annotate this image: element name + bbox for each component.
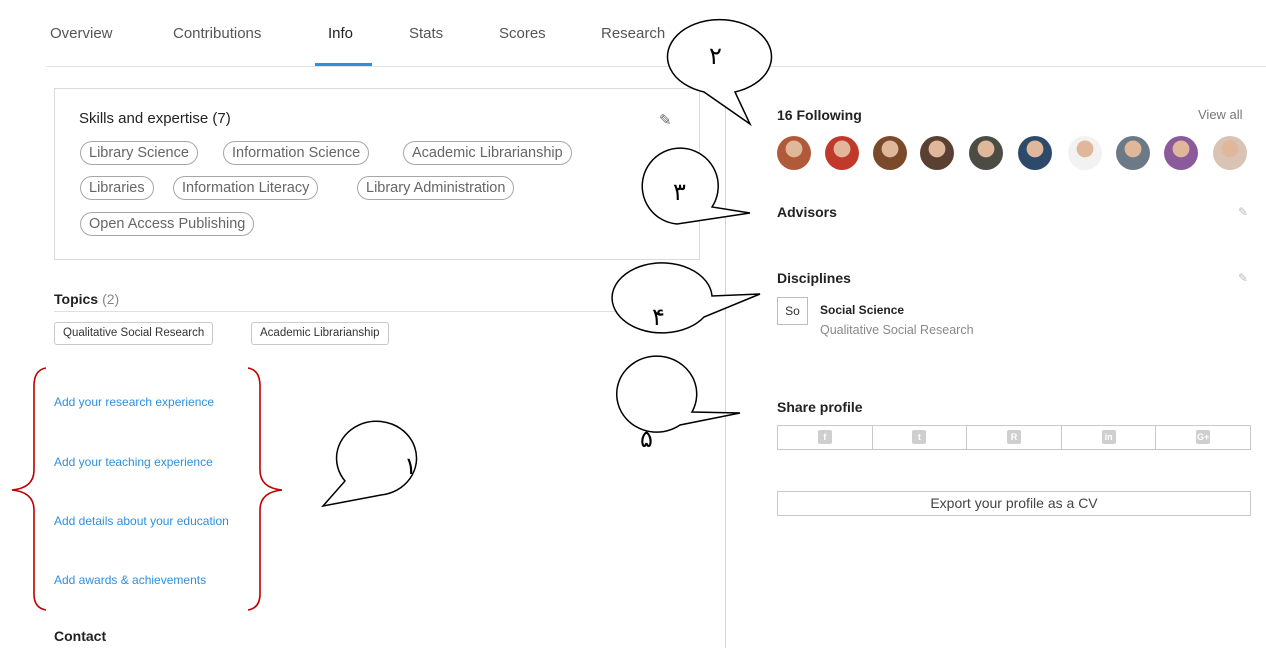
tab-contributions[interactable]: Contributions [173, 25, 261, 42]
discipline-badge: So [777, 297, 808, 325]
disciplines-title: Disciplines [777, 270, 851, 286]
callout-2-number: ٢ [709, 42, 722, 70]
profile-tabs: Overview Contributions Info Stats Scores… [0, 0, 1266, 67]
skill-pill[interactable]: Library Science [80, 141, 198, 165]
callout-4-bubble [611, 262, 761, 334]
add-teaching-experience-link[interactable]: Add your teaching experience [54, 455, 213, 469]
avatar[interactable] [777, 136, 811, 170]
add-awards-link[interactable]: Add awards & achievements [54, 573, 206, 587]
share-researchgate-button[interactable]: R [967, 426, 1062, 449]
skills-title: Skills and expertise (7) [79, 110, 231, 127]
google-plus-icon: G+ [1196, 430, 1211, 444]
researchgate-icon: R [1006, 430, 1021, 444]
callout-5-number: ۵ [640, 425, 653, 453]
skill-pill[interactable]: Open Access Publishing [80, 212, 255, 236]
tab-research[interactable]: Research [601, 25, 665, 42]
linkedin-icon: in [1101, 430, 1116, 444]
skills-card: Skills and expertise (7) ✎ Library Scien… [54, 88, 700, 260]
skill-pill[interactable]: Information Literacy [173, 176, 319, 200]
avatar[interactable] [1213, 136, 1247, 170]
facebook-icon: f [817, 430, 832, 444]
share-twitter-button[interactable]: t [873, 426, 968, 449]
contact-title: Contact [54, 628, 107, 644]
following-title: 16 Following [777, 107, 862, 123]
avatar[interactable] [920, 136, 954, 170]
avatar[interactable] [873, 136, 907, 170]
export-cv-button[interactable]: Export your profile as a CV [777, 491, 1251, 516]
skill-pill[interactable]: Libraries [80, 176, 154, 200]
add-education-link[interactable]: Add details about your education [54, 514, 229, 528]
tab-info[interactable]: Info [328, 25, 353, 42]
tab-overview[interactable]: Overview [50, 25, 113, 42]
share-profile-title: Share profile [777, 399, 863, 415]
topics-title: Topics (2) [54, 291, 119, 307]
skill-pill[interactable]: Library Administration [357, 176, 515, 200]
topic-tag[interactable]: Academic Librarianship [251, 322, 389, 345]
avatar[interactable] [969, 136, 1003, 170]
callout-4-number: ۴ [652, 303, 665, 331]
right-brace [247, 367, 283, 611]
share-google-plus-button[interactable]: G+ [1156, 426, 1250, 449]
twitter-icon: t [912, 430, 927, 444]
callout-1-bubble [320, 420, 418, 508]
view-all-link[interactable]: View all [1198, 107, 1243, 122]
share-buttons: f t R in G+ [777, 425, 1251, 450]
discipline-name: Social Science [820, 303, 905, 317]
avatar[interactable] [1116, 136, 1150, 170]
edit-advisors-pencil-icon[interactable]: ✎ [1238, 205, 1248, 219]
left-brace [11, 367, 47, 611]
edit-disciplines-pencil-icon[interactable]: ✎ [1238, 271, 1248, 285]
topics-count: (2) [102, 291, 120, 307]
discipline-subfield: Qualitative Social Research [820, 323, 974, 337]
avatar[interactable] [1068, 136, 1102, 170]
callout-3-number: ٣ [673, 178, 686, 206]
topics-label: Topics [54, 291, 99, 307]
tabs-divider [46, 66, 1266, 67]
edit-skills-pencil-icon[interactable]: ✎ [659, 111, 672, 129]
avatar[interactable] [1164, 136, 1198, 170]
topic-tag[interactable]: Qualitative Social Research [54, 322, 214, 345]
avatar[interactable] [1018, 136, 1052, 170]
column-divider [725, 67, 726, 648]
skill-pill[interactable]: Academic Librarianship [403, 141, 572, 165]
topics-divider [54, 311, 714, 312]
skill-pill[interactable]: Information Science [223, 141, 370, 165]
avatar[interactable] [825, 136, 859, 170]
advisors-title: Advisors [777, 204, 837, 220]
tab-stats[interactable]: Stats [409, 25, 443, 42]
callout-5-bubble [615, 355, 741, 433]
add-research-experience-link[interactable]: Add your research experience [54, 395, 214, 409]
share-linkedin-button[interactable]: in [1062, 426, 1157, 449]
tab-scores[interactable]: Scores [499, 25, 546, 42]
share-facebook-button[interactable]: f [778, 426, 873, 449]
callout-1-number: ١ [404, 452, 417, 480]
